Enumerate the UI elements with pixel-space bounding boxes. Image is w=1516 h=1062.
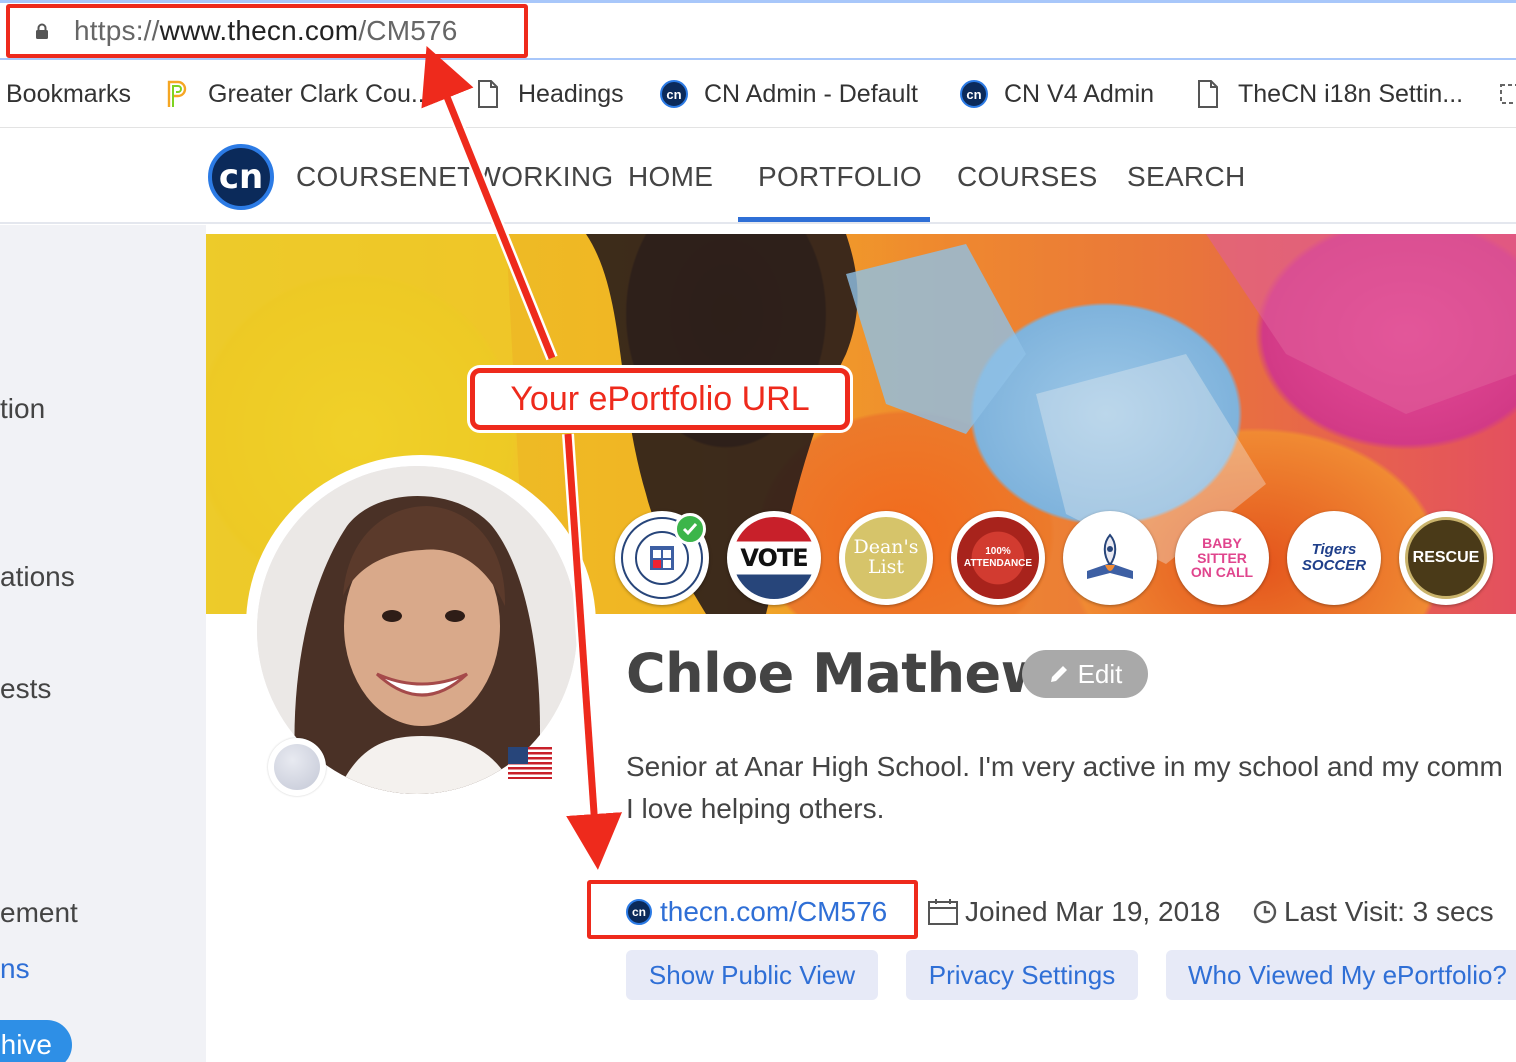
nav-portfolio[interactable]: PORTFOLIO	[758, 161, 922, 193]
edit-label: Edit	[1077, 658, 1123, 689]
nav-search[interactable]: SEARCH	[1127, 161, 1246, 193]
sidebar-item[interactable]: ations	[0, 561, 75, 593]
bookmark-label: TheCN i18n Settin...	[1238, 79, 1464, 108]
bookmark-label: Bookmarks	[6, 79, 132, 108]
bookmark-label: CN V4 Admin	[1004, 79, 1155, 108]
bookmark-item[interactable]: cn CN V4 Admin	[960, 76, 1154, 112]
screenshot-root: https://www.thecn.com/CM576 Bookmarks Gr…	[0, 0, 1516, 1062]
pencil-icon	[1050, 666, 1067, 682]
who-viewed-button[interactable]: Who Viewed My ePortfolio?	[1166, 950, 1516, 1000]
bookmarks-bar: Bookmarks Greater Clark Cou... Headings …	[0, 62, 1516, 128]
bookmark-item[interactable]: Headings	[474, 76, 624, 112]
show-public-view-button[interactable]: Show Public View	[626, 950, 878, 1000]
puzzle-icon	[1496, 79, 1516, 109]
joined-text: Joined Mar 19, 2018	[965, 896, 1221, 927]
vote-badge[interactable]: VOTE	[727, 511, 821, 605]
rescue-badge[interactable]: RESCUE	[1399, 511, 1493, 605]
profile-name: Chloe Mathews	[626, 642, 1082, 705]
deans-list-badge[interactable]: Dean's List	[839, 511, 933, 605]
active-nav-indicator	[738, 217, 930, 222]
bookmark-item[interactable]: cn CN Admin - Default	[660, 76, 918, 112]
bookmark-label: Greater Clark Cou...	[208, 79, 432, 108]
url-highlight-box	[6, 4, 528, 58]
last-visit-text: Last Visit: 3 secs	[1284, 896, 1494, 927]
privacy-settings-button[interactable]: Privacy Settings	[906, 950, 1138, 1000]
sidebar-link[interactable]: ns	[0, 953, 30, 985]
nav-coursenetworking[interactable]: COURSENETWORKING	[296, 161, 613, 193]
calendar-icon	[928, 899, 958, 925]
rocket-book-badge[interactable]	[1063, 511, 1157, 605]
nav-home[interactable]: HOME	[628, 161, 713, 193]
bookmark-item[interactable]: Bookmarks	[6, 76, 131, 112]
us-flag-icon	[508, 747, 552, 779]
annotation-callout: Your ePortfolio URL	[470, 368, 850, 430]
archive-button[interactable]: hive	[0, 1020, 72, 1062]
cn-icon: cn	[660, 79, 688, 109]
portfolio-url-highlight-box	[587, 880, 918, 939]
attendance-badge[interactable]: 100% ATTENDANCE	[951, 511, 1045, 605]
bookmark-item[interactable]	[1496, 76, 1516, 112]
bookmark-item[interactable]: TheCN i18n Settin...	[1194, 76, 1463, 112]
site-navbar: cn COURSENETWORKING HOME PORTFOLIO COURS…	[0, 129, 1516, 224]
sidebar-item[interactable]: ests	[0, 673, 51, 705]
edit-button[interactable]: Edit	[1022, 650, 1148, 698]
last-visit: Last Visit: 3 secs	[1252, 896, 1494, 928]
bookmark-item[interactable]: Greater Clark Cou...	[164, 76, 432, 112]
sidebar-item[interactable]: ement	[0, 897, 78, 929]
page-icon	[1194, 79, 1222, 109]
sidebar-item[interactable]: tion	[0, 393, 45, 425]
bio-line: I love helping others.	[626, 793, 885, 824]
cn-logo[interactable]: cn	[208, 144, 274, 210]
babysitter-badge[interactable]: BABY SITTER ON CALL	[1175, 511, 1269, 605]
bookmark-label: CN Admin - Default	[704, 79, 918, 108]
online-status-indicator	[268, 738, 326, 796]
clock-icon	[1253, 900, 1277, 924]
powerschool-icon	[164, 79, 192, 109]
nav-courses[interactable]: COURSES	[957, 161, 1098, 193]
bio-line: Senior at Anar High School. I'm very act…	[626, 751, 1503, 782]
verified-check-icon	[674, 513, 706, 545]
cn-icon: cn	[960, 79, 988, 109]
bookmark-label: Headings	[518, 79, 624, 108]
tigers-soccer-badge[interactable]: Tigers SOCCER	[1287, 511, 1381, 605]
profile-bio: Senior at Anar High School. I'm very act…	[626, 746, 1516, 830]
left-sidebar: tion ations ests ement ns hive	[0, 225, 206, 1062]
joined-date: Joined Mar 19, 2018	[927, 896, 1220, 928]
page-icon	[474, 79, 502, 109]
